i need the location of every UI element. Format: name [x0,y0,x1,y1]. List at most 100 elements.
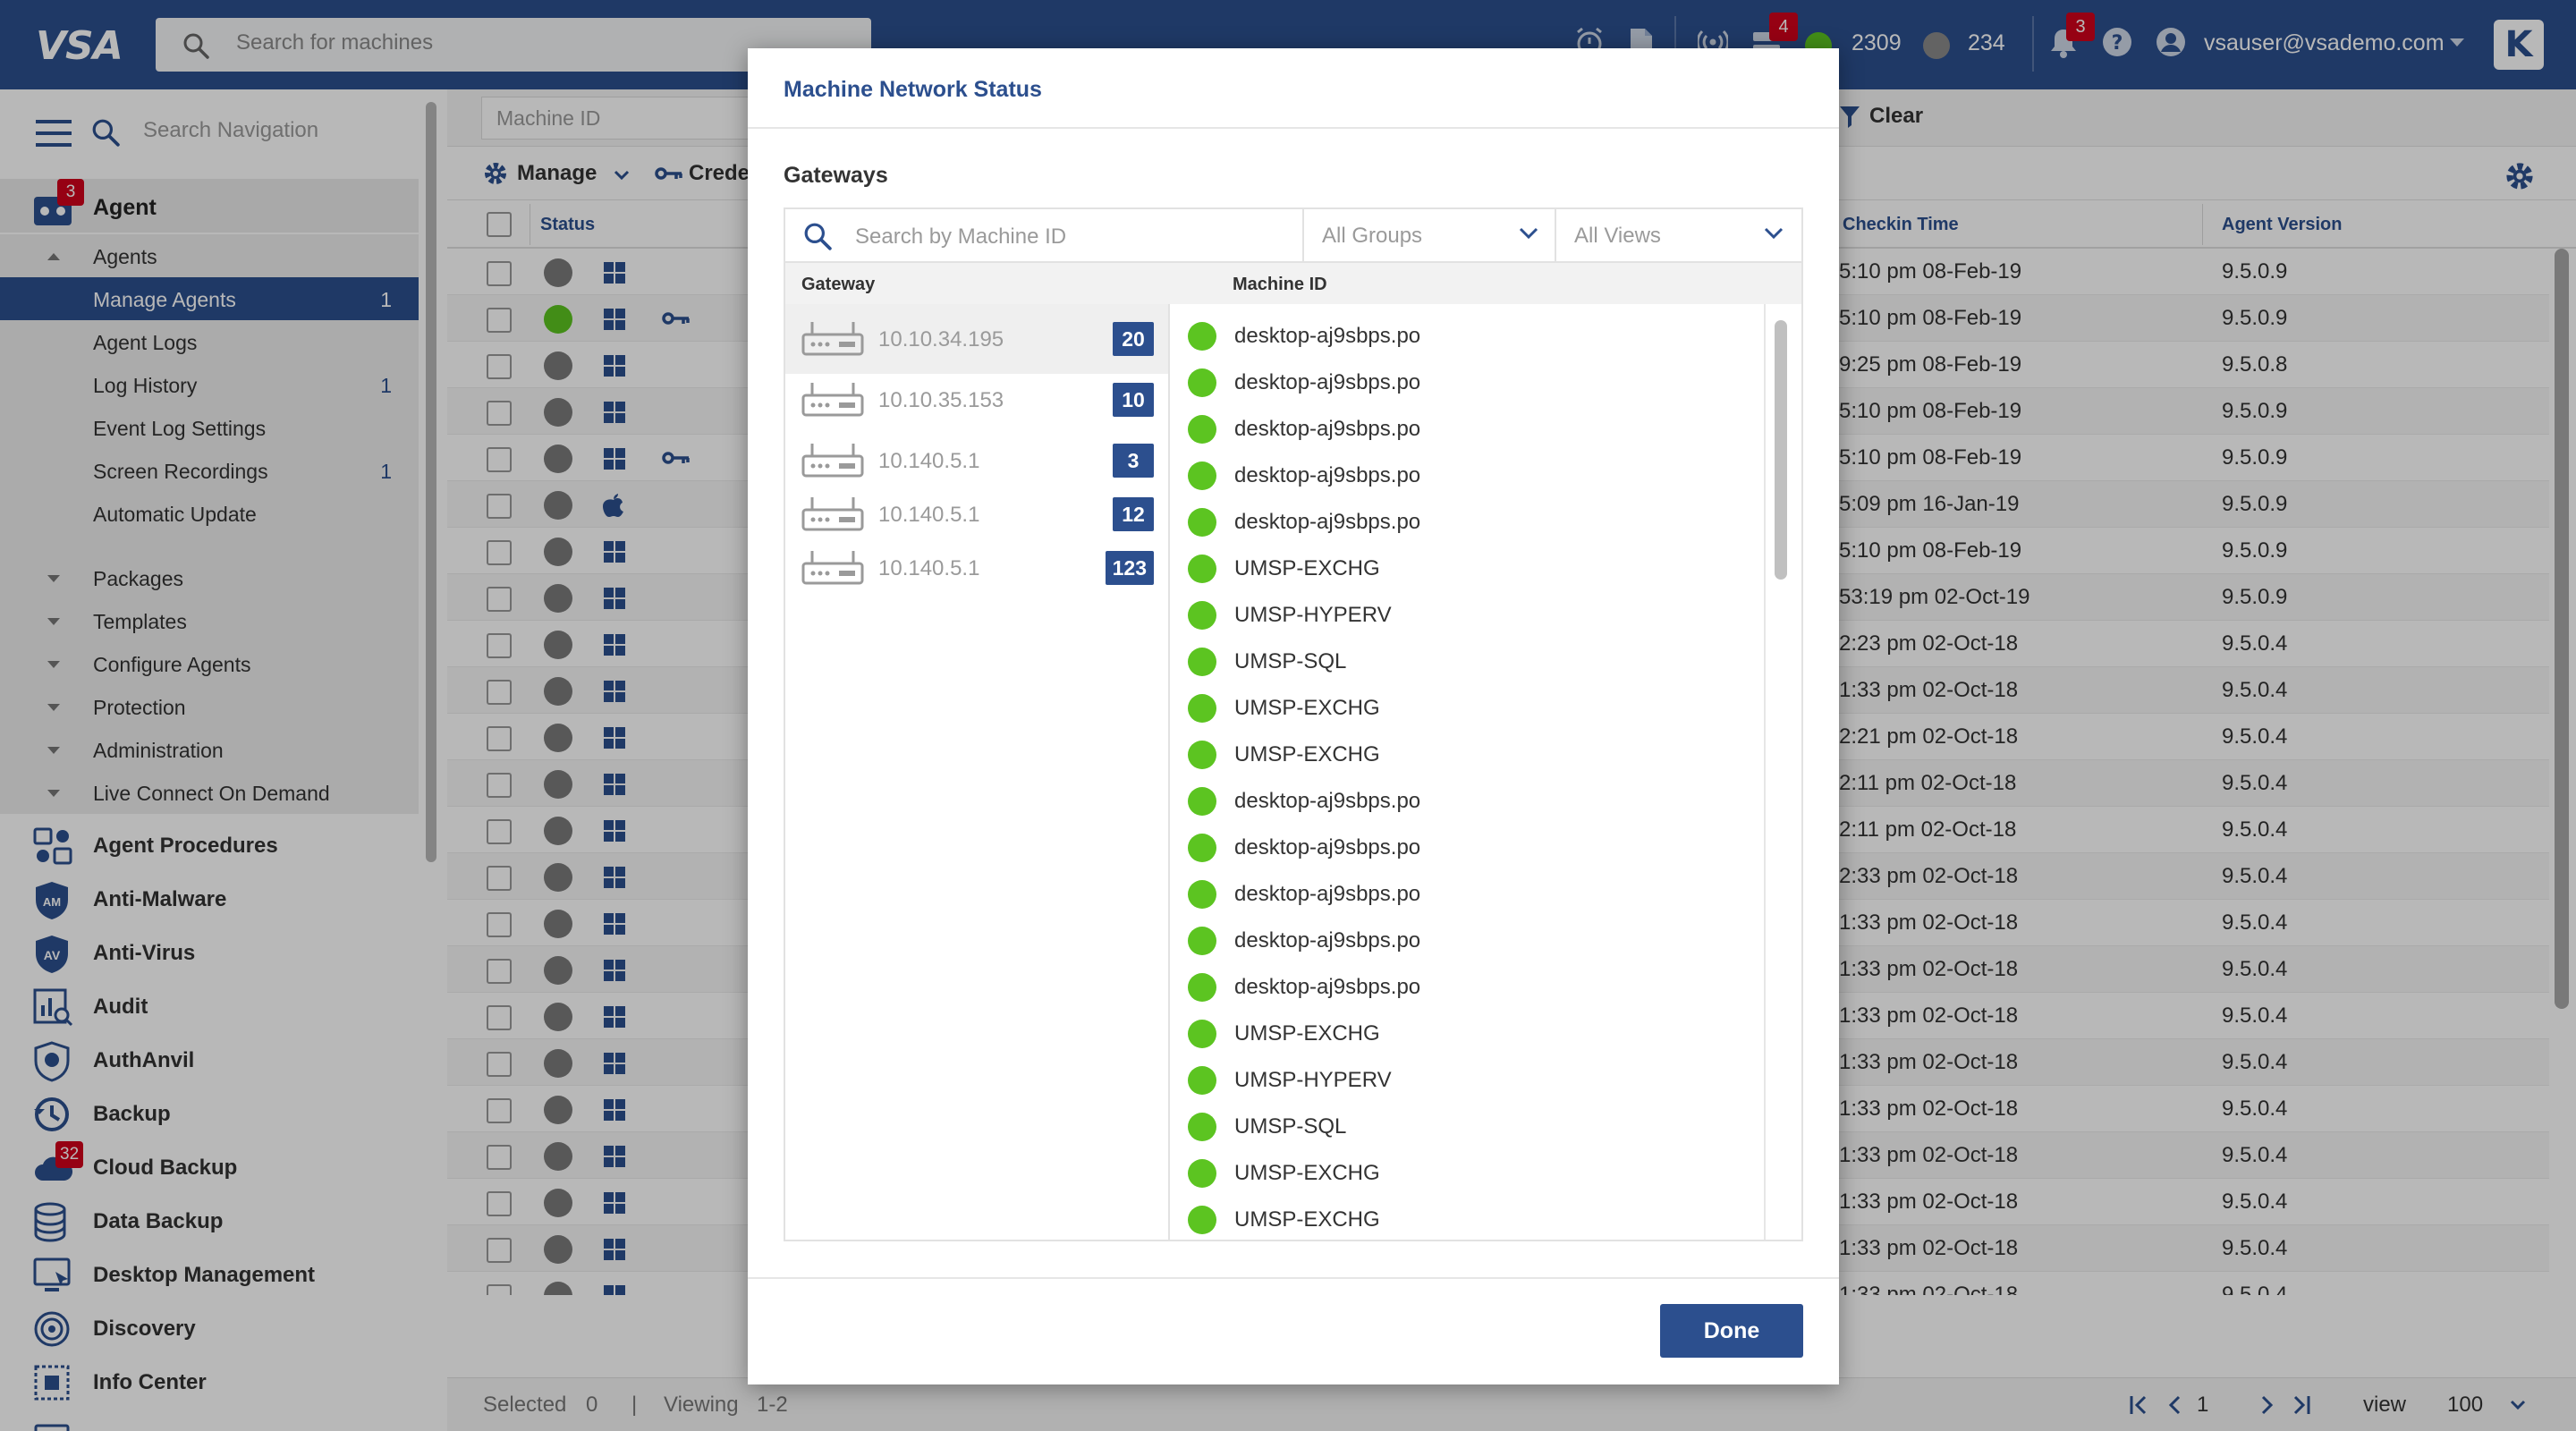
machine-list-item[interactable]: desktop-aj9sbps.po [1170,453,1764,499]
views-select[interactable]: All Views [1556,209,1801,261]
machine-list-item[interactable]: desktop-aj9sbps.po [1170,918,1764,964]
online-status-dot [1188,1066,1216,1095]
online-status-dot [1188,1159,1216,1188]
machine-id: desktop-aj9sbps.po [1234,370,1421,394]
machine-list-item[interactable]: desktop-aj9sbps.po [1170,499,1764,546]
gateway-item[interactable]: 10.10.35.153 10 [785,365,1168,435]
machine-id: desktop-aj9sbps.po [1234,835,1421,859]
online-status-dot [1188,648,1216,676]
column-header-machine-id: Machine ID [1233,275,1327,294]
groups-select[interactable]: All Groups [1304,209,1556,261]
gateway-item[interactable]: 10.10.34.195 20 [785,304,1168,374]
machine-id: UMSP-EXCHG [1234,1021,1380,1046]
machine-id: desktop-aj9sbps.po [1234,463,1421,487]
online-status-dot [1188,694,1216,723]
machine-id: desktop-aj9sbps.po [1234,928,1421,953]
done-button[interactable]: Done [1660,1304,1803,1358]
gateway-router-icon [801,318,864,358]
machine-list-item[interactable]: UMSP-SQL [1170,1104,1764,1150]
machine-list-item[interactable]: UMSP-SQL [1170,639,1764,685]
machine-list-item[interactable]: UMSP-EXCHG [1170,732,1764,778]
online-status-dot [1188,1113,1216,1141]
machine-id: UMSP-HYPERV [1234,603,1392,627]
machine-list-item[interactable]: desktop-aj9sbps.po [1170,871,1764,918]
machine-list-item[interactable]: UMSP-EXCHG [1170,546,1764,592]
machine-list-item[interactable]: UMSP-HYPERV [1170,592,1764,639]
machine-list-item[interactable]: UMSP-EXCHG [1170,1197,1764,1240]
machine-id: UMSP-EXCHG [1234,1207,1380,1232]
machine-list-item[interactable]: UMSP-EXCHG [1170,1150,1764,1197]
views-select-value: All Views [1574,224,1661,248]
gateway-machine-count: 12 [1113,497,1154,531]
online-status-dot [1188,880,1216,909]
gateways-heading: Gateways [784,163,888,188]
gateway-machine-count: 3 [1113,444,1154,478]
online-status-dot [1188,555,1216,583]
machine-id: desktop-aj9sbps.po [1234,417,1421,441]
gateway-list: 10.10.34.195 20 10.10.35.153 10 10.140.5.1 3 1… [785,304,1168,1240]
divider [748,1277,1839,1279]
machine-list-item[interactable]: desktop-aj9sbps.po [1170,406,1764,453]
machine-list-item[interactable]: UMSP-EXCHG [1170,1011,1764,1057]
online-status-dot [1188,322,1216,351]
gateway-ip: 10.10.35.153 [878,388,1004,412]
machine-id-search-input[interactable]: Search by Machine ID [855,224,1066,250]
column-header-gateway: Gateway [801,275,876,294]
machine-id: desktop-aj9sbps.po [1234,324,1421,348]
gateway-filter-bar: Search by Machine ID All Groups All View… [784,207,1803,263]
gateway-ip: 10.140.5.1 [878,449,980,473]
online-status-dot [1188,1206,1216,1234]
gateway-item[interactable]: 10.140.5.1 123 [785,533,1168,603]
dialog-title: Machine Network Status [784,77,1042,102]
machine-id: UMSP-EXCHG [1234,742,1380,766]
online-status-dot [1188,508,1216,537]
online-status-dot [1188,601,1216,630]
groups-select-value: All Groups [1322,224,1423,248]
online-status-dot [1188,834,1216,862]
machine-id: desktop-aj9sbps.po [1234,975,1421,999]
machine-list-item[interactable]: desktop-aj9sbps.po [1170,825,1764,871]
chevron-down-icon [1764,227,1784,240]
gateway-router-icon [801,547,864,587]
gateway-ip: 10.140.5.1 [878,556,980,580]
machine-list-item[interactable]: desktop-aj9sbps.po [1170,964,1764,1011]
gateway-machine-table: Gateway Machine ID 10.10.34.195 20 10.10.3… [784,263,1803,1241]
gateway-machine-count: 20 [1113,322,1154,356]
gateway-ip: 10.10.34.195 [878,327,1004,351]
gateway-ip: 10.140.5.1 [878,503,980,527]
gateway-router-icon [801,440,864,479]
online-status-dot [1188,927,1216,955]
machine-list-item[interactable]: desktop-aj9sbps.po [1170,313,1764,360]
machine-list-item[interactable]: UMSP-EXCHG [1170,685,1764,732]
gateway-table-header: Gateway Machine ID [785,263,1801,304]
machine-list-item[interactable]: desktop-aj9sbps.po [1170,778,1764,825]
gateway-machine-count: 10 [1113,383,1154,417]
online-status-dot [1188,787,1216,816]
online-status-dot [1188,415,1216,444]
chevron-down-icon [1519,227,1538,240]
machine-network-status-dialog: Machine Network Status Gateways Search b… [748,48,1839,1384]
online-status-dot [1188,368,1216,397]
online-status-dot [1188,1020,1216,1048]
machine-list-scrollbar[interactable] [1775,320,1787,580]
online-status-dot [1188,461,1216,490]
online-status-dot [1188,741,1216,769]
online-status-dot [1188,973,1216,1002]
gateway-router-icon [801,379,864,419]
machine-id: desktop-aj9sbps.po [1234,789,1421,813]
machine-id: UMSP-EXCHG [1234,1161,1380,1185]
gateway-machine-count: 123 [1105,551,1154,585]
machine-list-item[interactable]: UMSP-HYPERV [1170,1057,1764,1104]
divider [748,127,1839,129]
machine-id: desktop-aj9sbps.po [1234,882,1421,906]
machine-id: UMSP-EXCHG [1234,696,1380,720]
machine-id: UMSP-HYPERV [1234,1068,1392,1092]
machine-id: UMSP-EXCHG [1234,556,1380,580]
machine-list-item[interactable]: desktop-aj9sbps.po [1170,360,1764,406]
machine-id: desktop-aj9sbps.po [1234,510,1421,534]
search-icon [803,222,832,250]
gateway-router-icon [801,494,864,533]
machine-id: UMSP-SQL [1234,1114,1347,1139]
machine-list: desktop-aj9sbps.po desktop-aj9sbps.po desk… [1170,304,1764,1240]
machine-id: UMSP-SQL [1234,649,1347,673]
